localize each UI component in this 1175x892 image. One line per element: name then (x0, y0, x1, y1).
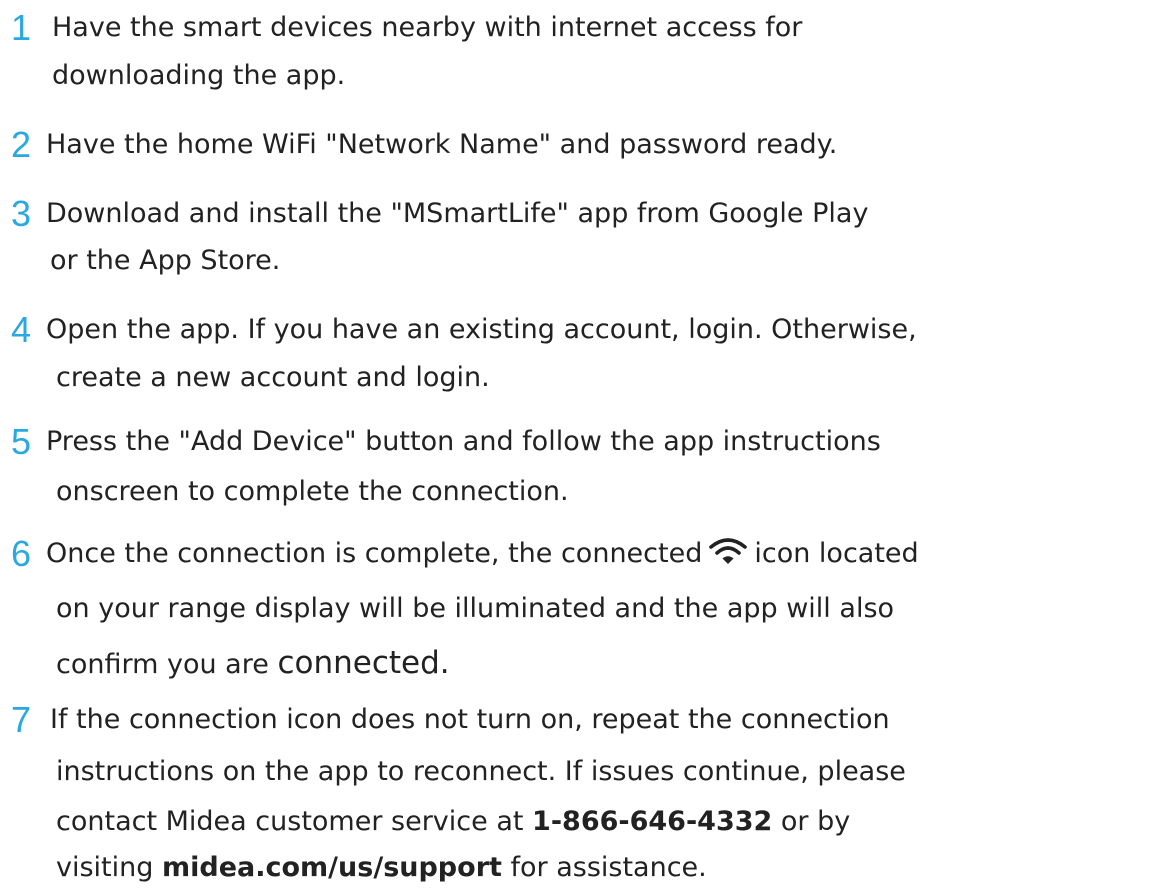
step-text-line: on your range display will be illuminate… (56, 593, 895, 624)
support-phone-number: 1-866-646-4332 (532, 806, 773, 837)
step-text-line: Have the smart devices nearby with inter… (52, 12, 803, 43)
step-text-line: visiting midea.com/us/support for assist… (56, 845, 707, 891)
step-text-line: downloading the app. (52, 60, 346, 91)
step-text-line: If the connection icon does not turn on,… (50, 704, 890, 735)
step-text-line: Press the "Add Device" button and follow… (46, 426, 881, 457)
step-text-line: confirm you are connected. (56, 640, 450, 688)
step-text-segment: connected. (277, 645, 450, 681)
step-text-segment: Once the connection is complete, the con… (46, 538, 703, 569)
step-text-segment: icon located (754, 538, 919, 569)
step-text-line: Download and install the "MSmartLife" ap… (46, 198, 869, 229)
step-text-line: Have the home WiFi "Network Name" and pa… (46, 129, 838, 160)
step-text-line: Open the app. If you have an existing ac… (46, 314, 917, 345)
step-text-segment: for assistance. (501, 852, 707, 883)
wifi-icon (709, 538, 748, 564)
step-number: 6 (11, 533, 32, 574)
step-text-segment: or by (772, 806, 851, 837)
step-number: 5 (11, 421, 32, 462)
step-number: 7 (11, 699, 32, 740)
step-text-line: or the App Store. (50, 245, 281, 276)
step-text-line: onscreen to complete the connection. (56, 476, 569, 507)
setup-steps-list: 1 Have the smart devices nearby with int… (0, 0, 1175, 892)
step-number: 3 (11, 193, 32, 234)
step-text-segment: confirm you are (56, 649, 278, 680)
step-number: 1 (11, 7, 32, 48)
step-text-line: instructions on the app to reconnect. If… (56, 756, 906, 787)
step-text-segment: visiting (56, 852, 162, 883)
step-number: 4 (11, 309, 32, 350)
step-text-segment: contact Midea customer service at (56, 806, 533, 837)
step-text-line: contact Midea customer service at 1-866-… (56, 799, 850, 845)
step-number: 2 (11, 124, 32, 165)
support-url: midea.com/us/support (161, 852, 502, 883)
step-text-line: create a new account and login. (56, 362, 490, 393)
step-text-line: Once the connection is complete, the con… (46, 531, 919, 577)
